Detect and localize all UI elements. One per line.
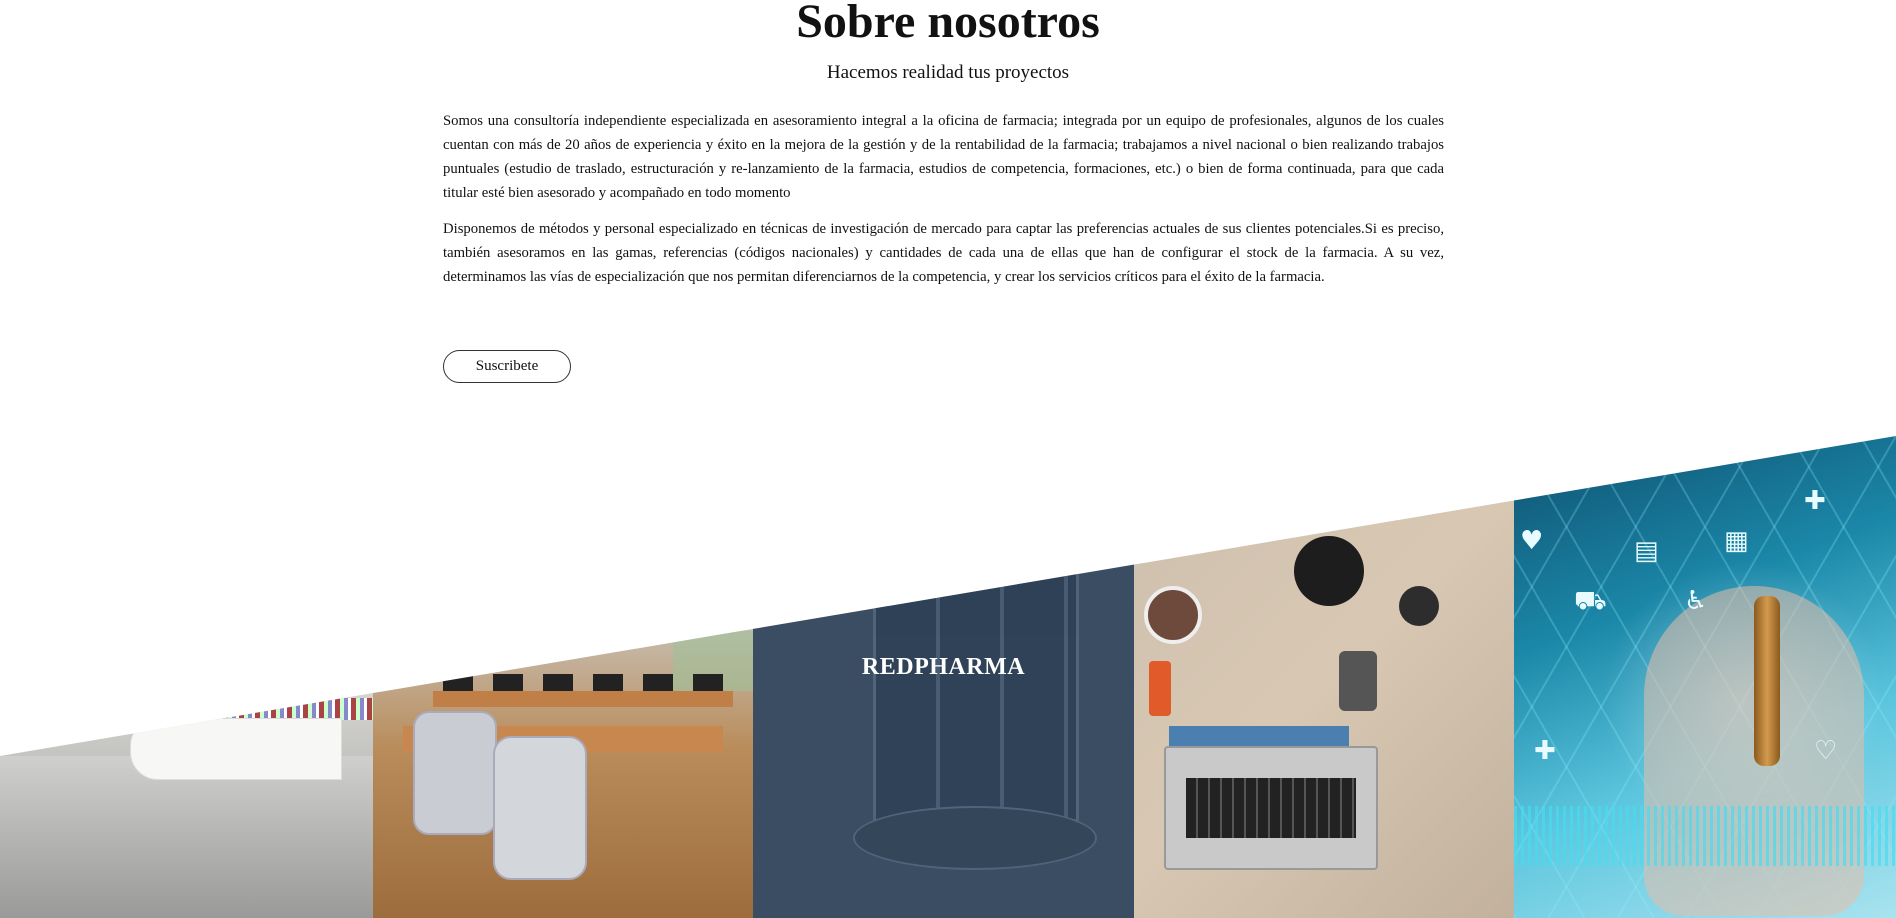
heart-pulse-icon: ♥ xyxy=(1520,526,1544,556)
keyboard-shape xyxy=(1186,778,1356,838)
vial-shape xyxy=(1754,596,1780,766)
shelf-shape xyxy=(175,698,373,720)
wheelchair-icon: ♿ xyxy=(1684,586,1708,616)
chart-bars-shape xyxy=(1514,806,1896,866)
shield-cross-icon: ✚ xyxy=(1804,486,1826,516)
coffee-cup-shape xyxy=(1144,586,1202,644)
redpharma-label: REDPHARMA xyxy=(861,654,1026,680)
entrance-mat-shape xyxy=(853,806,1097,870)
phone-shape xyxy=(1339,651,1377,711)
image-gallery: REDPHARMA ♥ ▤ ▦ ✚ ⛟ ♿ ✚ ♡ xyxy=(0,436,1896,918)
laptop-shape xyxy=(1164,746,1378,870)
pharmacy-interior-image xyxy=(0,436,373,918)
counter-shape xyxy=(130,718,342,780)
subscribe-button[interactable]: Suscribete xyxy=(443,350,571,383)
floor-shape xyxy=(0,756,373,918)
cup-shape xyxy=(1399,586,1439,626)
chair-shape xyxy=(413,711,497,835)
about-paragraph: Disponemos de métodos y personal especia… xyxy=(443,221,1444,285)
medical-hexagon-icons-image: ♥ ▤ ▦ ✚ ⛟ ♿ ✚ ♡ xyxy=(1514,436,1896,918)
page-title: Sobre nosotros xyxy=(796,0,1100,48)
laptop-desk-image xyxy=(1134,436,1514,918)
building-entrance-image[interactable]: REDPHARMA xyxy=(753,436,1134,918)
about-text: Somos una consultoría independiente espe… xyxy=(443,109,1444,301)
desk-shape xyxy=(433,691,733,707)
kettle-shape xyxy=(1294,536,1364,606)
document-icon: ▤ xyxy=(1634,536,1659,566)
page-subtitle: Hacemos realidad tus proyectos xyxy=(826,62,1070,83)
hospital-icon: ▦ xyxy=(1724,526,1749,556)
ambulance-icon: ⛟ xyxy=(1574,586,1607,616)
orange-device-shape xyxy=(1149,661,1171,716)
chair-shape xyxy=(493,736,587,880)
care-hand-icon: ♡ xyxy=(1814,736,1838,766)
office-desks-image xyxy=(373,436,753,918)
first-aid-kit-icon: ✚ xyxy=(1534,736,1556,766)
about-paragraph: Somos una consultoría independiente espe… xyxy=(443,113,1444,201)
